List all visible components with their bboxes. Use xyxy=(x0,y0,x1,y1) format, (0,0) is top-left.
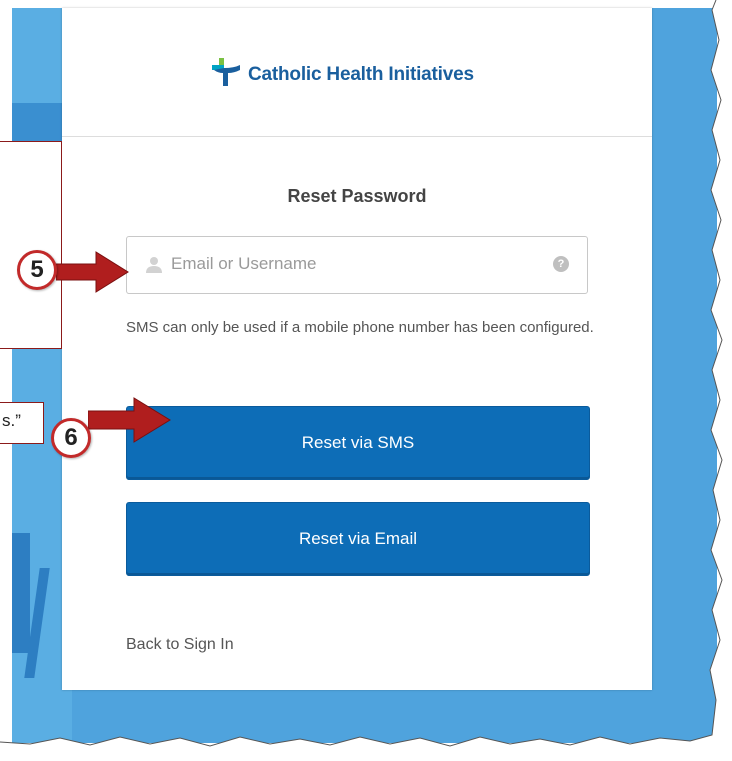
step-5-badge: 5 xyxy=(17,250,57,290)
callout-text: s.” xyxy=(2,411,21,430)
instruction-callout: s.” xyxy=(0,402,44,444)
arrow-right-icon xyxy=(56,251,129,293)
cross-logo-icon xyxy=(212,58,240,86)
sms-info-text: SMS can only be used if a mobile phone n… xyxy=(126,319,594,336)
reset-via-sms-button[interactable]: Reset via SMS xyxy=(126,406,590,480)
instruction-callout xyxy=(0,141,62,349)
user-icon xyxy=(146,257,162,273)
back-to-sign-in-link[interactable]: Back to Sign In xyxy=(126,636,234,654)
help-icon[interactable]: ? xyxy=(553,256,569,272)
organization-logo: Catholic Health Initiatives xyxy=(210,52,474,92)
page-title: Reset Password xyxy=(287,186,427,206)
reset-via-email-button[interactable]: Reset via Email xyxy=(126,502,590,576)
email-field-container: ? xyxy=(126,236,588,294)
reset-password-card: Catholic Health Initiatives Reset Passwo… xyxy=(62,8,652,690)
logo-text: Catholic Health Initiatives xyxy=(248,64,474,85)
card-header: Catholic Health Initiatives xyxy=(62,8,652,137)
arrow-right-icon xyxy=(88,397,171,443)
step-6-badge: 6 xyxy=(51,418,91,458)
email-or-username-input[interactable] xyxy=(171,251,531,277)
